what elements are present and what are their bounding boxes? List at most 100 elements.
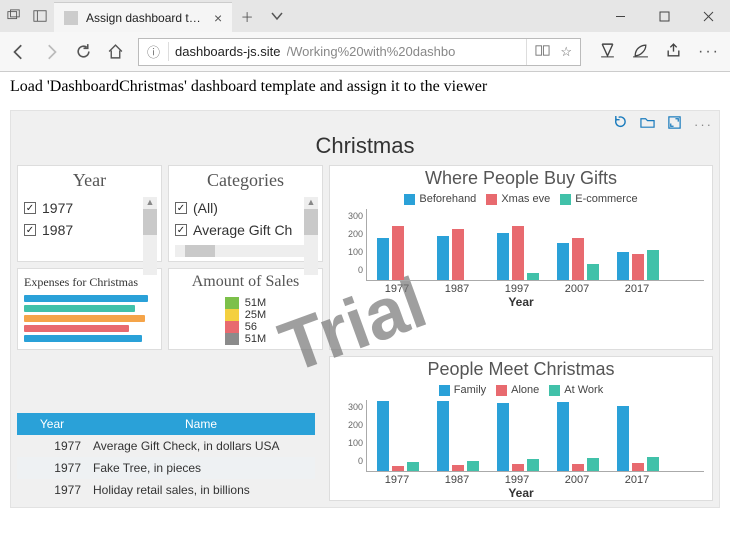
table-cell: 1977 — [17, 457, 87, 479]
chart-xlabel: Year — [338, 295, 704, 309]
chart-bar — [452, 465, 464, 471]
chart-bar — [437, 401, 449, 471]
legend-item[interactable]: E-commerce — [560, 193, 637, 205]
chart-xtick: 1997 — [496, 474, 538, 486]
table-cell: Holiday retail sales, in billions — [87, 479, 315, 501]
dashboard-menu-icon[interactable]: ··· — [694, 117, 713, 132]
chart-xtick: 2017 — [616, 474, 658, 486]
amount-panel: Amount of Sales 51M 25M 56 51M — [168, 268, 323, 350]
chart-bar-group — [557, 402, 599, 471]
new-tab-button[interactable]: ＋ — [232, 0, 262, 32]
table-row[interactable]: 1977Fake Tree, in pieces — [17, 457, 315, 479]
share-icon[interactable] — [665, 42, 682, 62]
chart-bar — [392, 226, 404, 280]
site-info-icon[interactable]: ⓘ — [139, 42, 169, 61]
dashboard-shell: ··· Christmas Trial Year ✓ 1977 ✓ 1987 — [10, 110, 720, 508]
checkbox-icon[interactable]: ✓ — [175, 224, 187, 236]
table-cell: Average Gift Check, in dollars USA — [87, 435, 315, 457]
notes-icon[interactable] — [632, 42, 649, 62]
legend-item[interactable]: Xmas eve — [486, 193, 550, 205]
tab-preview-icon[interactable] — [6, 8, 22, 24]
year-filter-label: 1987 — [42, 222, 73, 238]
table-header[interactable]: Name — [87, 413, 315, 435]
chart-bar — [617, 252, 629, 280]
checkbox-icon[interactable]: ✓ — [24, 224, 36, 236]
open-dashboard-icon[interactable] — [640, 115, 655, 133]
tab-favicon — [64, 11, 78, 25]
favorite-icon[interactable]: ☆ — [560, 44, 572, 60]
tab-aside-icon[interactable] — [32, 8, 48, 24]
year-filter-panel: Year ✓ 1977 ✓ 1987 ▲ — [17, 165, 162, 262]
close-window-button[interactable] — [686, 0, 730, 32]
dashboard-title: Christmas — [17, 133, 713, 159]
chart-bar-group — [437, 229, 479, 280]
chart-bar — [512, 464, 524, 471]
chart-bar — [512, 226, 524, 280]
chart-bar — [587, 264, 599, 280]
amount-label: 56 — [245, 321, 266, 333]
table-row[interactable]: 1977Average Gift Check, in dollars USA — [17, 435, 315, 457]
chart-xtick: 2017 — [616, 283, 658, 295]
chart-bar — [647, 250, 659, 280]
minimize-button[interactable] — [598, 0, 642, 32]
chart-bar — [497, 233, 509, 280]
tab-title: Assign dashboard to the — [86, 11, 206, 25]
checkbox-icon[interactable]: ✓ — [24, 202, 36, 214]
table-header[interactable]: Year — [17, 413, 87, 435]
back-button[interactable] — [10, 43, 28, 61]
chart-xtick: 1987 — [436, 283, 478, 295]
amount-chart: 51M 25M 56 51M — [175, 297, 316, 345]
categories-filter-item[interactable]: ✓ Average Gift Ch — [175, 219, 316, 241]
legend-item[interactable]: Beforehand — [404, 193, 476, 205]
chart-bar — [392, 466, 404, 471]
chart-plot: 3002001000 — [366, 400, 704, 472]
reading-view-icon[interactable] — [535, 43, 550, 61]
year-filter-item[interactable]: ✓ 1977 — [24, 197, 155, 219]
forward-button[interactable] — [42, 43, 60, 61]
categories-filter-item[interactable]: ✓ (All) — [175, 197, 316, 219]
legend-item[interactable]: Alone — [496, 384, 539, 396]
chart-title: Where People Buy Gifts — [338, 168, 704, 189]
url-input[interactable]: ⓘ dashboards-js.site /Working%20with%20d… — [138, 38, 581, 66]
scrollbar-horizontal[interactable] — [175, 245, 316, 257]
home-button[interactable] — [106, 43, 124, 61]
legend-item[interactable]: At Work — [549, 384, 603, 396]
chart-bar — [572, 238, 584, 280]
more-icon[interactable]: ··· — [698, 43, 720, 61]
data-table-panel: Year Name 1977Average Gift Check, in dol… — [17, 409, 323, 501]
tab-dropdown-icon[interactable] — [262, 0, 292, 32]
amount-label: 25M — [245, 309, 266, 321]
window-titlebar: Assign dashboard to the × ＋ — [0, 0, 730, 32]
checkbox-icon[interactable]: ✓ — [175, 202, 187, 214]
browser-tab[interactable]: Assign dashboard to the × — [54, 2, 232, 32]
chart-title: People Meet Christmas — [338, 359, 704, 380]
expenses-panel: Expenses for Christmas — [17, 268, 162, 350]
scrollbar[interactable]: ▲ — [143, 197, 157, 275]
chart-bar — [527, 459, 539, 471]
chart-bar-group — [617, 250, 659, 280]
chart-bar — [452, 229, 464, 280]
refresh-dashboard-icon[interactable] — [613, 115, 628, 133]
expenses-title: Expenses for Christmas — [24, 273, 155, 292]
table-row[interactable]: 1977Holiday retail sales, in billions — [17, 479, 315, 501]
table-cell: Fake Tree, in pieces — [87, 457, 315, 479]
chart-bar — [467, 461, 479, 472]
refresh-button[interactable] — [74, 43, 92, 61]
chart-bar-group — [377, 401, 419, 471]
fullscreen-icon[interactable] — [667, 115, 682, 133]
scrollbar[interactable]: ▲ — [304, 197, 318, 275]
chart-bar-group — [377, 226, 419, 280]
year-filter-title: Year — [24, 170, 155, 191]
chart-legend: Family Alone At Work — [338, 384, 704, 396]
amount-label: 51M — [245, 333, 266, 345]
maximize-button[interactable] — [642, 0, 686, 32]
close-tab-icon[interactable]: × — [214, 10, 222, 26]
legend-item[interactable]: Family — [439, 384, 486, 396]
year-filter-item[interactable]: ✓ 1987 — [24, 219, 155, 241]
chart-plot: 3002001000 — [366, 209, 704, 281]
favorites-list-icon[interactable] — [599, 42, 616, 62]
chart-bar — [527, 273, 539, 280]
categories-filter-panel: Categories ✓ (All) ✓ Average Gift Ch ▲ — [168, 165, 323, 262]
chart-legend: Beforehand Xmas eve E-commerce — [338, 193, 704, 205]
address-bar: ⓘ dashboards-js.site /Working%20with%20d… — [0, 32, 730, 72]
